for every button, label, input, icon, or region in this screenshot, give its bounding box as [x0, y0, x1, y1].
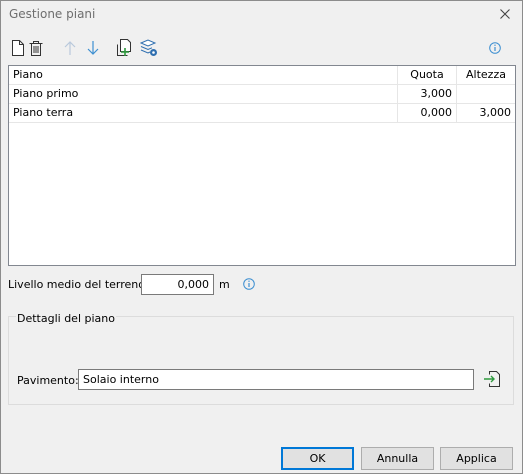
- toolbar-info-button[interactable]: [486, 38, 504, 58]
- move-up-icon: [64, 41, 76, 55]
- close-button[interactable]: [494, 4, 516, 24]
- new-document-icon: [12, 40, 24, 56]
- delete-floor-button[interactable]: [27, 38, 45, 58]
- toolbar: [9, 38, 514, 58]
- terrain-unit-label: m: [219, 278, 230, 291]
- import-icon: [484, 371, 500, 387]
- cell-altezza: 3,000: [456, 104, 515, 122]
- cell-quota: 0,000: [397, 104, 456, 122]
- cancel-button[interactable]: Annulla: [361, 447, 434, 470]
- close-icon: [500, 9, 510, 19]
- column-header-altezza[interactable]: Altezza: [456, 66, 515, 84]
- add-floor-button[interactable]: [115, 38, 135, 58]
- move-down-icon: [87, 41, 99, 55]
- column-header-piano[interactable]: Piano: [9, 66, 397, 84]
- table-row[interactable]: Piano primo 3,000: [9, 85, 515, 103]
- ok-button[interactable]: OK: [281, 447, 354, 470]
- add-floor-icon: [117, 39, 131, 56]
- window-title: Gestione piani: [9, 7, 96, 21]
- new-floor-button[interactable]: [9, 38, 27, 58]
- floor-type-field[interactable]: Solaio interno: [78, 369, 474, 390]
- move-down-button[interactable]: [84, 38, 102, 58]
- table-row[interactable]: Piano terra 0,000 3,000: [9, 103, 515, 123]
- cell-altezza: [456, 85, 515, 103]
- floors-table[interactable]: Piano Quota Altezza Piano primo 3,000 Pi…: [8, 65, 516, 266]
- info-icon[interactable]: [243, 278, 255, 290]
- column-header-quota[interactable]: Quota: [397, 66, 456, 84]
- floor-details-group: [8, 316, 514, 405]
- cell-piano: Piano primo: [13, 87, 79, 100]
- dialog-window: Gestione piani Piano Quota Altezza Piano…: [0, 0, 523, 474]
- title-bar: Gestione piani: [1, 1, 522, 29]
- terrain-level-input[interactable]: 0,000: [141, 274, 214, 295]
- layers-settings-icon: [140, 39, 157, 56]
- delete-icon: [29, 41, 43, 56]
- apply-button[interactable]: Applica: [440, 447, 513, 470]
- terrain-level-label: Livello medio del terreno:: [8, 278, 149, 291]
- cell-piano: Piano terra: [13, 106, 74, 119]
- floor-type-label: Pavimento:: [17, 374, 79, 387]
- table-header: Piano Quota Altezza: [9, 66, 515, 85]
- cell-quota: 3,000: [397, 85, 456, 103]
- info-icon: [489, 42, 501, 54]
- floor-details-legend: Dettagli del piano: [16, 312, 116, 325]
- move-up-button[interactable]: [61, 38, 79, 58]
- floor-settings-button[interactable]: [139, 38, 159, 58]
- select-floor-type-button[interactable]: [483, 370, 501, 388]
